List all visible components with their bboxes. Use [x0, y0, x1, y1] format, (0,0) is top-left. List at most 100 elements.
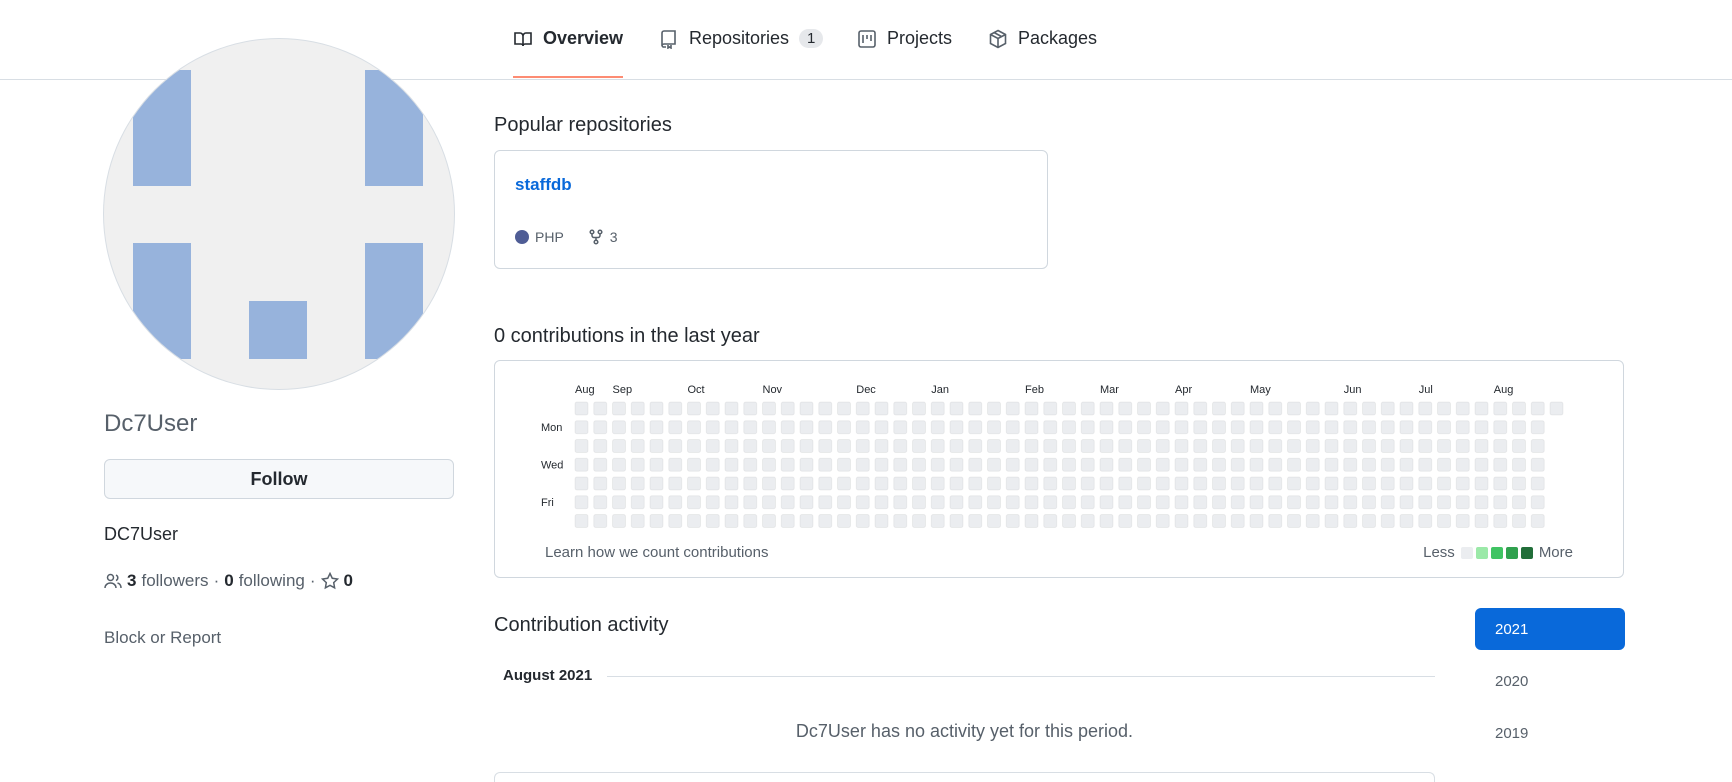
contribution-day-cell[interactable]	[874, 476, 889, 491]
contribution-day-cell[interactable]	[1512, 476, 1526, 491]
contribution-day-cell[interactable]	[1380, 401, 1395, 416]
contribution-day-cell[interactable]	[593, 439, 608, 453]
contribution-day-cell[interactable]	[705, 495, 720, 510]
contribution-day-cell[interactable]	[1080, 439, 1095, 453]
contribution-day-cell[interactable]	[1455, 420, 1470, 435]
contribution-day-cell[interactable]	[705, 401, 720, 416]
contribution-day-cell[interactable]	[1174, 401, 1189, 416]
contribution-day-cell[interactable]	[1155, 439, 1170, 453]
contribution-day-cell[interactable]	[1099, 420, 1114, 435]
contribution-day-cell[interactable]	[1287, 457, 1301, 472]
contribution-day-cell[interactable]	[1080, 495, 1095, 510]
following-count[interactable]: 0	[224, 571, 233, 591]
contribution-day-cell[interactable]	[1005, 439, 1020, 453]
contribution-day-cell[interactable]	[1043, 476, 1058, 491]
contribution-day-cell[interactable]	[743, 476, 758, 491]
contribution-day-cell[interactable]	[1193, 439, 1208, 453]
contribution-day-cell[interactable]	[1099, 476, 1114, 491]
contribution-day-cell[interactable]	[1474, 514, 1489, 528]
contribution-day-cell[interactable]	[630, 514, 645, 528]
contribution-day-cell[interactable]	[574, 439, 589, 453]
contribution-day-cell[interactable]	[780, 476, 795, 491]
contribution-day-cell[interactable]	[1493, 495, 1508, 510]
contribution-day-cell[interactable]	[987, 457, 1001, 472]
contribution-day-cell[interactable]	[1324, 420, 1339, 435]
contribution-day-cell[interactable]	[1305, 439, 1320, 453]
contribution-day-cell[interactable]	[1362, 476, 1376, 491]
contribution-day-cell[interactable]	[1418, 476, 1433, 491]
contribution-day-cell[interactable]	[724, 401, 739, 416]
contribution-day-cell[interactable]	[1512, 401, 1526, 416]
contribution-day-cell[interactable]	[987, 514, 1001, 528]
contribution-day-cell[interactable]	[668, 476, 683, 491]
contribution-day-cell[interactable]	[743, 457, 758, 472]
contribution-day-cell[interactable]	[1324, 476, 1339, 491]
contribution-day-cell[interactable]	[1437, 401, 1451, 416]
contribution-day-cell[interactable]	[705, 439, 720, 453]
contribution-day-cell[interactable]	[1455, 514, 1470, 528]
contribution-day-cell[interactable]	[855, 495, 870, 510]
contribution-day-cell[interactable]	[705, 476, 720, 491]
contribution-day-cell[interactable]	[687, 495, 701, 510]
contribution-day-cell[interactable]	[1174, 495, 1189, 510]
contribution-day-cell[interactable]	[1043, 495, 1058, 510]
contribution-day-cell[interactable]	[987, 476, 1001, 491]
contribution-day-cell[interactable]	[649, 457, 664, 472]
contribution-day-cell[interactable]	[837, 420, 851, 435]
contribution-day-cell[interactable]	[780, 401, 795, 416]
contribution-day-cell[interactable]	[1249, 476, 1264, 491]
contribution-day-cell[interactable]	[1437, 439, 1451, 453]
contribution-day-cell[interactable]	[1455, 476, 1470, 491]
contribution-day-cell[interactable]	[1437, 457, 1451, 472]
contribution-day-cell[interactable]	[874, 514, 889, 528]
contribution-day-cell[interactable]	[780, 420, 795, 435]
contribution-day-cell[interactable]	[1118, 476, 1133, 491]
contribution-day-cell[interactable]	[574, 495, 589, 510]
contribution-day-cell[interactable]	[1530, 401, 1545, 416]
contribution-day-cell[interactable]	[1212, 476, 1226, 491]
contribution-day-cell[interactable]	[1437, 420, 1451, 435]
contribution-day-cell[interactable]	[1249, 439, 1264, 453]
contribution-day-cell[interactable]	[1362, 514, 1376, 528]
block-or-report-link[interactable]: Block or Report	[104, 628, 221, 648]
contribution-day-cell[interactable]	[855, 420, 870, 435]
contribution-day-cell[interactable]	[612, 420, 626, 435]
contribution-day-cell[interactable]	[1399, 457, 1414, 472]
contribution-day-cell[interactable]	[968, 439, 983, 453]
contribution-day-cell[interactable]	[1155, 495, 1170, 510]
contribution-day-cell[interactable]	[1155, 457, 1170, 472]
contribution-day-cell[interactable]	[780, 514, 795, 528]
contribution-day-cell[interactable]	[1530, 514, 1545, 528]
tab-packages[interactable]: Packages	[988, 28, 1097, 78]
contribution-day-cell[interactable]	[1455, 439, 1470, 453]
contribution-day-cell[interactable]	[949, 401, 964, 416]
contribution-day-cell[interactable]	[1268, 439, 1283, 453]
contribution-day-cell[interactable]	[912, 439, 926, 453]
contribution-day-cell[interactable]	[1005, 420, 1020, 435]
contribution-day-cell[interactable]	[743, 495, 758, 510]
contribution-day-cell[interactable]	[668, 439, 683, 453]
contribution-day-cell[interactable]	[1287, 495, 1301, 510]
contribution-day-cell[interactable]	[1005, 401, 1020, 416]
contribution-day-cell[interactable]	[1230, 457, 1245, 472]
contribution-day-cell[interactable]	[1230, 476, 1245, 491]
contribution-day-cell[interactable]	[705, 457, 720, 472]
contribution-day-cell[interactable]	[837, 439, 851, 453]
contribution-day-cell[interactable]	[1380, 514, 1395, 528]
contribution-day-cell[interactable]	[780, 457, 795, 472]
contribution-day-cell[interactable]	[818, 457, 833, 472]
contribution-day-cell[interactable]	[1212, 495, 1226, 510]
contribution-day-cell[interactable]	[630, 439, 645, 453]
contribution-day-cell[interactable]	[649, 514, 664, 528]
contribution-day-cell[interactable]	[1062, 514, 1076, 528]
contribution-day-cell[interactable]	[1118, 420, 1133, 435]
contribution-day-cell[interactable]	[1118, 514, 1133, 528]
contribution-day-cell[interactable]	[743, 514, 758, 528]
contribution-day-cell[interactable]	[1099, 514, 1114, 528]
contribution-day-cell[interactable]	[987, 401, 1001, 416]
contribution-day-cell[interactable]	[1268, 495, 1283, 510]
contribution-day-cell[interactable]	[649, 401, 664, 416]
contribution-day-cell[interactable]	[649, 476, 664, 491]
contribution-day-cell[interactable]	[799, 439, 814, 453]
contribution-day-cell[interactable]	[1043, 439, 1058, 453]
